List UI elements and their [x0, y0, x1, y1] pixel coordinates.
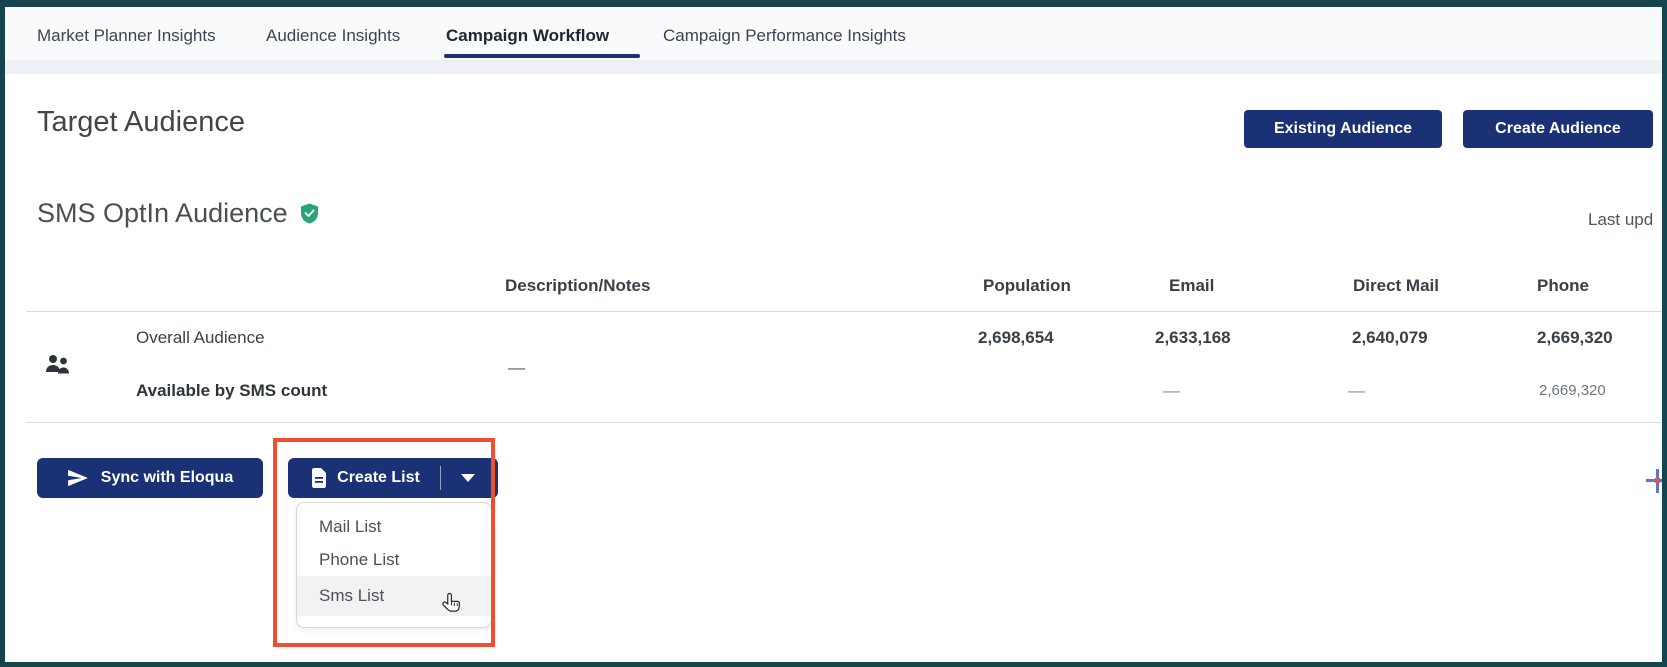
create-list-button[interactable]: Create List — [288, 458, 498, 498]
create-audience-button[interactable]: Create Audience — [1463, 110, 1653, 148]
menu-item-mail-list[interactable]: Mail List — [297, 510, 491, 543]
button-separator — [439, 466, 441, 490]
create-list-dropdown-menu: Mail List Phone List Sms List — [296, 502, 492, 628]
overall-description-dash: — — [508, 358, 525, 377]
col-header-email: Email — [1169, 276, 1215, 295]
tab-market-planner-insights[interactable]: Market Planner Insights — [37, 26, 216, 46]
col-header-description: Description/Notes — [505, 276, 651, 295]
tab-audience-insights[interactable]: Audience Insights — [266, 26, 400, 46]
row-label-available-by-sms: Available by SMS count — [136, 381, 328, 400]
audience-heading: SMS OptIn Audience — [37, 198, 319, 229]
overall-phone-value: 2,669,320 — [1537, 328, 1613, 347]
col-header-phone: Phone — [1537, 276, 1589, 295]
verified-shield-icon — [300, 203, 319, 224]
menu-item-sms-list[interactable]: Sms List — [297, 576, 491, 616]
table-header-divider — [26, 311, 1662, 312]
send-icon — [67, 469, 89, 487]
create-list-button-label: Create List — [337, 469, 420, 486]
existing-audience-button[interactable]: Existing Audience — [1244, 110, 1442, 148]
nav-divider-band — [5, 60, 1662, 74]
menu-item-phone-list[interactable]: Phone List — [297, 543, 491, 576]
last-updated-text: Last upd — [1588, 210, 1654, 229]
sync-with-eloqua-button[interactable]: Sync with Eloqua — [37, 458, 263, 498]
sms-direct-mail-dash: — — [1348, 381, 1365, 400]
sync-button-label: Sync with Eloqua — [100, 469, 234, 486]
tab-campaign-performance-insights[interactable]: Campaign Performance Insights — [663, 26, 906, 46]
plus-marker-icon — [1646, 469, 1667, 493]
sms-phone-value: 2,669,320 — [1539, 382, 1606, 399]
overall-email-value: 2,633,168 — [1155, 328, 1231, 347]
active-tab-underline — [444, 54, 640, 58]
overall-direct-mail-value: 2,640,079 — [1352, 328, 1428, 347]
chevron-down-icon[interactable] — [460, 474, 475, 482]
campaign-workflow-screen: Market Planner Insights Audience Insight… — [0, 0, 1667, 667]
audience-name: SMS OptIn Audience — [37, 198, 288, 228]
page-title: Target Audience — [37, 106, 245, 138]
col-header-direct-mail: Direct Mail — [1353, 276, 1439, 295]
tab-campaign-workflow[interactable]: Campaign Workflow — [446, 26, 609, 46]
table-bottom-divider — [26, 422, 1662, 423]
sms-email-dash: — — [1163, 381, 1180, 400]
document-icon — [311, 468, 327, 488]
col-header-population: Population — [983, 276, 1071, 295]
overall-population-value: 2,698,654 — [978, 328, 1054, 347]
row-label-overall-audience: Overall Audience — [136, 328, 265, 347]
audience-people-icon — [44, 352, 72, 381]
